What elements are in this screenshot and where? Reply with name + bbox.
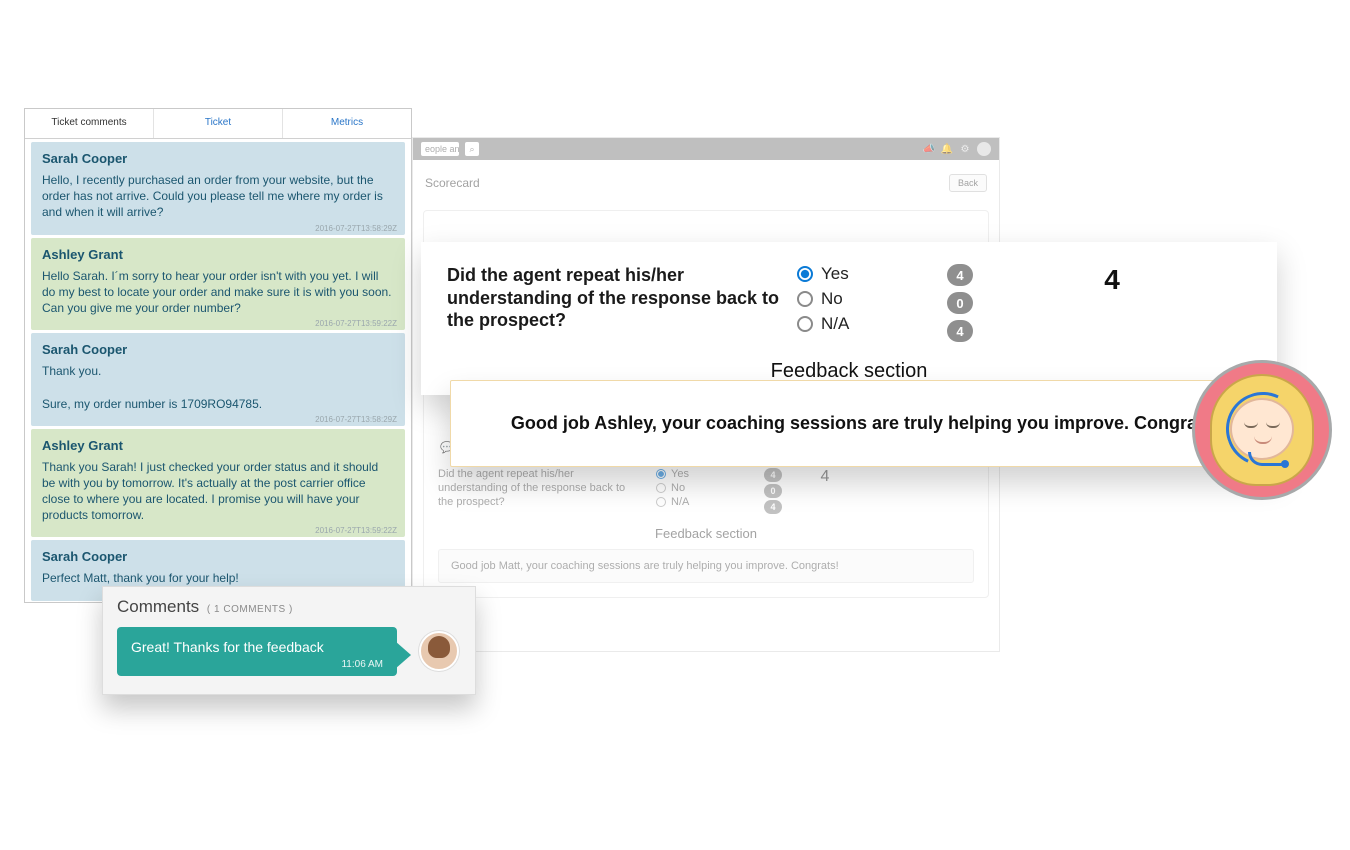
ticket-panel: Ticket comments Ticket Metrics Sarah Coo…: [24, 108, 412, 603]
comments-panel: Comments ( 1 COMMENTS ) Great! Thanks fo…: [102, 586, 476, 695]
comment-avatar: [419, 631, 459, 671]
timestamp: 2016-07-27T13:58:29Z: [315, 224, 397, 233]
ticket-message: Sarah Cooper Thank you. Sure, my order n…: [31, 333, 405, 426]
radio-icon: [797, 291, 813, 307]
message-body: Thank you Sarah! I just checked your ord…: [42, 459, 394, 524]
bg-option-no[interactable]: No: [656, 482, 746, 494]
score-badges: 4 0 4: [947, 264, 973, 342]
bg-feedback-title: Feedback section: [438, 526, 974, 541]
comment-bubble: Great! Thanks for the feedback 11:06 AM: [117, 627, 397, 676]
avatar[interactable]: [977, 142, 991, 156]
radio-icon: [797, 316, 813, 332]
message-body: Hello Sarah. I´m sorry to hear your orde…: [42, 268, 394, 317]
author-name: Sarah Cooper: [42, 151, 394, 166]
comment-row: Great! Thanks for the feedback 11:06 AM: [117, 627, 461, 676]
ticket-message: Ashley Grant Hello Sarah. I´m sorry to h…: [31, 238, 405, 331]
bg-option-yes[interactable]: Yes: [656, 468, 746, 480]
agent-avatar-icon: [1192, 360, 1332, 500]
bg-question-row: Did the agent repeat his/her understandi…: [438, 468, 974, 514]
author-name: Ashley Grant: [42, 247, 394, 262]
tab-ticket[interactable]: Ticket: [153, 109, 282, 138]
comments-header: Comments ( 1 COMMENTS ): [117, 597, 461, 617]
ticket-tabs: Ticket comments Ticket Metrics: [25, 109, 411, 139]
bg-option-na[interactable]: N/A: [656, 496, 746, 508]
bell-icon[interactable]: 🔔: [941, 143, 953, 155]
author-name: Sarah Cooper: [42, 549, 394, 564]
search-icon[interactable]: ⌕: [465, 142, 479, 156]
bg-question-options: Yes No N/A: [656, 468, 746, 510]
message-body: Hello, I recently purchased an order fro…: [42, 172, 394, 221]
bg-question-score: 4: [800, 468, 850, 486]
app-subheader: Scorecard Back: [413, 160, 999, 206]
author-name: Sarah Cooper: [42, 342, 394, 357]
back-button[interactable]: Back: [949, 174, 987, 192]
ticket-message: Sarah Cooper Hello, I recently purchased…: [31, 142, 405, 235]
radio-icon: [656, 497, 666, 507]
megaphone-icon[interactable]: 📣: [923, 143, 935, 155]
option-no[interactable]: No: [797, 289, 947, 309]
radio-icon: [797, 266, 813, 282]
radio-icon: [656, 469, 666, 479]
feedback-text: Good job Ashley, your coaching sessions …: [511, 413, 1219, 433]
question-score: 4: [973, 264, 1251, 296]
option-yes[interactable]: Yes: [797, 264, 947, 284]
option-na[interactable]: N/A: [797, 314, 947, 334]
badge: 0: [947, 292, 973, 314]
app-topbar: eople and kn ⌕ 📣 🔔 ⚙: [413, 138, 999, 160]
bg-question-text: Did the agent repeat his/her understandi…: [438, 468, 638, 509]
message-body: Perfect Matt, thank you for your help!: [42, 570, 394, 586]
badge: 0: [764, 484, 782, 498]
bg-score-badges: 4 0 4: [764, 468, 782, 514]
gear-icon[interactable]: ⚙: [959, 143, 971, 155]
search-input[interactable]: eople and kn: [421, 142, 459, 156]
comments-title: Comments: [117, 597, 199, 616]
badge: 4: [947, 320, 973, 342]
ticket-message: Ashley Grant Thank you Sarah! I just che…: [31, 429, 405, 538]
question-card: Did the agent repeat his/her understandi…: [421, 242, 1277, 395]
timestamp: 2016-07-27T13:59:22Z: [315, 319, 397, 328]
question-options: Yes No N/A: [797, 264, 947, 339]
tab-metrics[interactable]: Metrics: [282, 109, 411, 138]
comment-time: 11:06 AM: [131, 659, 383, 670]
radio-icon: [656, 483, 666, 493]
feedback-callout: Good job Ashley, your coaching sessions …: [450, 380, 1280, 467]
comment-text: Great! Thanks for the feedback: [131, 639, 383, 655]
timestamp: 2016-07-27T13:58:29Z: [315, 415, 397, 424]
tab-ticket-comments[interactable]: Ticket comments: [25, 109, 153, 138]
message-body: Thank you. Sure, my order number is 1709…: [42, 363, 394, 412]
timestamp: 2016-07-27T13:59:22Z: [315, 526, 397, 535]
bg-feedback-text: Good job Matt, your coaching sessions ar…: [438, 549, 974, 583]
badge: 4: [764, 500, 782, 514]
question-text: Did the agent repeat his/her understandi…: [447, 264, 787, 332]
comments-count: ( 1 COMMENTS ): [207, 604, 293, 615]
author-name: Ashley Grant: [42, 438, 394, 453]
ticket-messages: Sarah Cooper Hello, I recently purchased…: [25, 142, 411, 601]
badge: 4: [947, 264, 973, 286]
page-title: Scorecard: [425, 176, 480, 190]
badge: 4: [764, 468, 782, 482]
